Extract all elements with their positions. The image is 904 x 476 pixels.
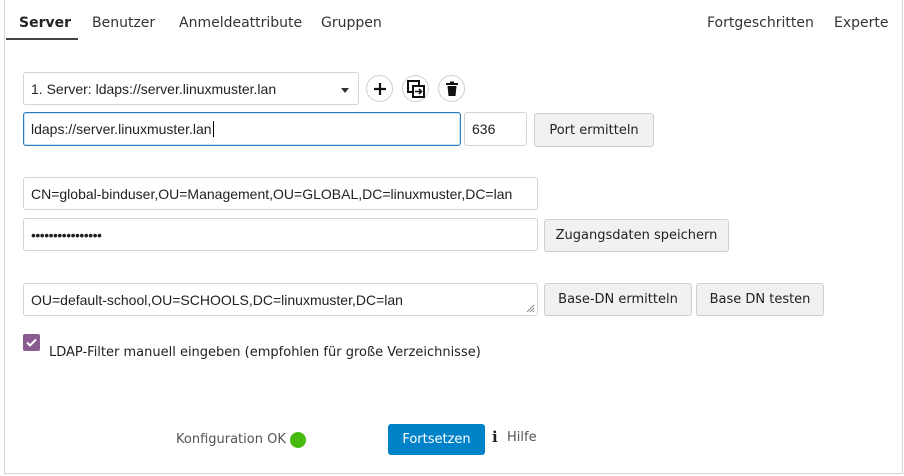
copy-icon bbox=[406, 79, 425, 98]
chevron-down-icon bbox=[341, 88, 349, 93]
server-host-value: ldaps://server.linuxmuster.lan bbox=[31, 121, 212, 137]
manual-filter-checkbox[interactable] bbox=[23, 334, 40, 351]
password-input[interactable]: •••••••••••••••• bbox=[23, 218, 538, 251]
copy-server-button[interactable] bbox=[402, 75, 429, 102]
add-icon bbox=[373, 82, 386, 95]
base-dn-value: OU=default-school,OU=SCHOOLS,DC=linuxmus… bbox=[31, 291, 403, 308]
base-dn-textarea[interactable]: OU=default-school,OU=SCHOOLS,DC=linuxmus… bbox=[23, 283, 538, 316]
tab-users[interactable]: Benutzer bbox=[92, 15, 155, 31]
status-ok-indicator bbox=[290, 432, 306, 448]
password-value: •••••••••••••••• bbox=[31, 226, 102, 243]
continue-button[interactable]: Fortsetzen bbox=[388, 424, 485, 455]
port-input[interactable]: 636 bbox=[464, 112, 527, 146]
tab-advanced[interactable]: Fortgeschritten bbox=[707, 15, 814, 31]
info-icon[interactable]: i bbox=[492, 428, 498, 446]
save-credentials-button[interactable]: Zugangsdaten speichern bbox=[544, 219, 729, 252]
port-value: 636 bbox=[472, 121, 496, 137]
delete-icon bbox=[445, 81, 458, 96]
bind-dn-value: CN=global-binduser,OU=Management,OU=GLOB… bbox=[31, 185, 513, 202]
text-caret bbox=[212, 121, 214, 137]
help-link[interactable]: Hilfe bbox=[507, 430, 537, 445]
delete-server-button[interactable] bbox=[438, 75, 465, 102]
server-select[interactable]: 1. Server: ldaps://server.linuxmuster.la… bbox=[23, 72, 359, 105]
resize-grip-icon[interactable] bbox=[526, 304, 535, 313]
server-host-input[interactable]: ldaps://server.linuxmuster.lan bbox=[23, 112, 461, 146]
tab-expert[interactable]: Experte bbox=[834, 15, 889, 31]
detect-port-button[interactable]: Port ermitteln bbox=[534, 113, 654, 147]
bind-dn-input[interactable]: CN=global-binduser,OU=Management,OU=GLOB… bbox=[23, 177, 538, 210]
active-tab-indicator bbox=[6, 38, 78, 40]
configuration-status: Konfiguration OK bbox=[176, 432, 286, 447]
tab-login-attributes[interactable]: Anmeldeattribute bbox=[179, 15, 302, 31]
tab-groups[interactable]: Gruppen bbox=[321, 15, 382, 31]
server-select-value: 1. Server: ldaps://server.linuxmuster.la… bbox=[31, 80, 277, 97]
detect-base-dn-button[interactable]: Base-DN ermitteln bbox=[544, 283, 692, 316]
manual-filter-label: LDAP-Filter manuell eingeben (empfohlen … bbox=[49, 345, 481, 360]
add-server-button[interactable] bbox=[366, 75, 393, 102]
checkmark-icon bbox=[26, 338, 37, 347]
test-base-dn-button[interactable]: Base DN testen bbox=[696, 283, 824, 316]
tab-server[interactable]: Server bbox=[19, 15, 71, 31]
